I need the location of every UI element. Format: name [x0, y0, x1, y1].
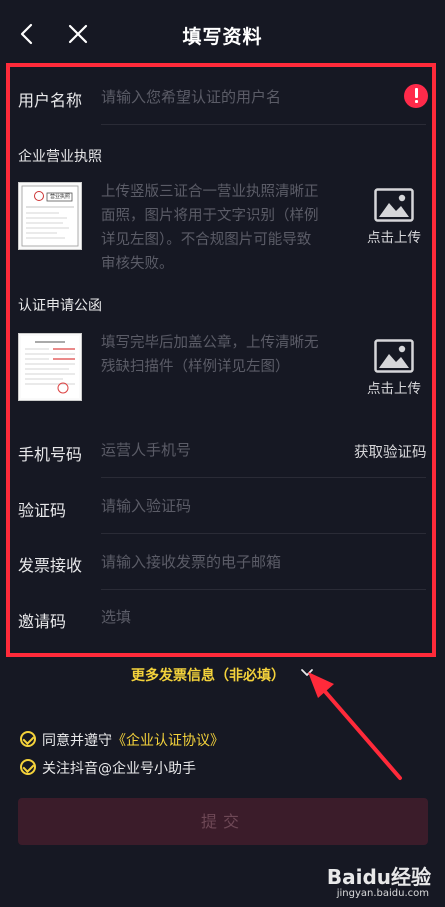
license-description-line: 审核失败。 — [101, 256, 174, 272]
get-code-button[interactable]: 获取验证码 — [354, 441, 427, 462]
watermark-url: jingyan.baidu.com — [336, 888, 429, 899]
baidu-watermark: Baidu经验 jingyan.baidu.com — [319, 859, 439, 901]
divider — [101, 533, 426, 534]
letter-description-line: 残缺扫描件（样例详见左图） — [101, 359, 290, 375]
invoice-label: 发票接收 — [18, 556, 83, 575]
image-icon — [374, 339, 414, 373]
letter-section-title: 认证申请公函 — [18, 298, 102, 314]
letter-description: 填写完毕后加盖公章，上传清晰无 残缺扫描件（样例详见左图） — [101, 331, 351, 379]
phone-label: 手机号码 — [18, 445, 83, 464]
image-icon — [374, 188, 414, 222]
follow-text: 关注抖音@企业号小助手 — [42, 761, 196, 777]
license-description-line: 面照，图片将用于文字识别（样例 — [101, 208, 319, 224]
check-circle-icon[interactable] — [20, 731, 36, 747]
invite-label: 邀请码 — [18, 612, 67, 631]
divider — [101, 589, 426, 590]
phone-input[interactable]: 运营人手机号 — [101, 439, 191, 460]
username-label: 用户名称 — [18, 91, 83, 110]
agreement-text: 同意并遵守《企业认证协议》 — [42, 730, 224, 750]
letter-sample-image — [18, 333, 82, 401]
letter-description-line: 填写完毕后加盖公章，上传清晰无 — [101, 335, 319, 351]
top-bar: 填写资料 — [0, 0, 445, 62]
license-sample-image: 营业执照 — [18, 182, 82, 250]
invoice-email-input[interactable]: 请输入接收发票的电子邮箱 — [101, 551, 281, 572]
annotation-arrow — [308, 672, 402, 780]
check-circle-icon[interactable] — [20, 759, 36, 775]
license-upload-button[interactable]: 点击上传 — [359, 188, 429, 246]
page-title: 填写资料 — [182, 26, 263, 48]
warning-icon — [404, 84, 428, 108]
letter-upload-label: 点击上传 — [367, 381, 421, 397]
watermark-brand: Baidu经验 — [326, 865, 431, 889]
invite-code-input[interactable]: 选填 — [101, 606, 131, 627]
divider — [101, 124, 426, 125]
license-description-line: 上传竖版三证合一营业执照清晰正 — [101, 184, 319, 200]
agreement-link[interactable]: 《企业认证协议》 — [112, 733, 224, 749]
username-input[interactable]: 请输入您希望认证的用户名 — [101, 86, 281, 107]
divider — [101, 477, 426, 478]
submit-button[interactable]: 提交 — [18, 798, 428, 845]
code-input[interactable]: 请输入验证码 — [101, 495, 191, 516]
license-section-title: 企业营业执照 — [18, 149, 102, 165]
license-sample-caption: 营业执照 — [50, 194, 71, 200]
license-upload-label: 点击上传 — [367, 230, 421, 246]
agreement-prefix: 同意并遵守 — [42, 733, 112, 749]
license-description: 上传竖版三证合一营业执照清晰正 面照，图片将用于文字识别（样例 详见左图）。不合… — [101, 180, 351, 276]
letter-upload-button[interactable]: 点击上传 — [359, 339, 429, 397]
more-invoice-info-toggle[interactable]: 更多发票信息（非必填） — [131, 665, 285, 685]
code-label: 验证码 — [18, 501, 67, 520]
license-description-line: 详见左图）。不合规图片可能导致 — [101, 232, 312, 248]
